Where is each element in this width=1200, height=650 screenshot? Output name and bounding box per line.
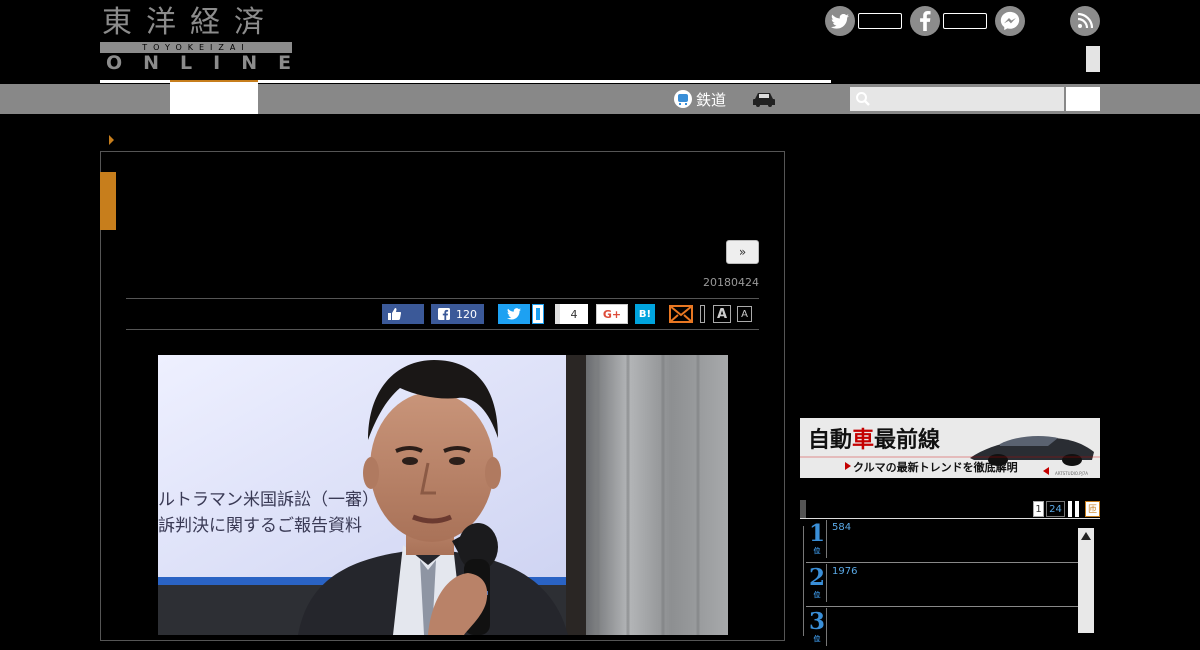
rss-icon[interactable]: [1070, 6, 1100, 36]
banner-subtitle: クルマの最新トレンドを徹底解明: [853, 460, 1018, 474]
font-size-large-button[interactable]: A: [713, 305, 731, 323]
search-input[interactable]: [850, 87, 1064, 111]
banner-title-part2: 最前線: [874, 427, 940, 453]
ranking-tab-monthly[interactable]: [1075, 501, 1079, 517]
facebook-share-button[interactable]: 120: [431, 304, 484, 324]
slide-title-line-2: 訴判決に関するご報告資料: [158, 516, 362, 536]
ranking-number: 1位: [809, 520, 826, 555]
facebook-share-count: 120: [456, 307, 477, 321]
article-date: 20180424: [703, 276, 759, 289]
twitter-icon: [507, 308, 521, 320]
train-icon: [674, 90, 692, 108]
ranking-value: 1976: [832, 566, 858, 577]
facebook-like-count: [943, 13, 987, 29]
thumbs-up-icon: [388, 308, 401, 320]
tweet-button[interactable]: [498, 304, 530, 324]
print-button[interactable]: [700, 305, 705, 323]
ranking-number: 2位: [809, 564, 826, 599]
mail-icon[interactable]: [669, 305, 693, 327]
ranking-separator: [826, 520, 827, 558]
nav-tab-active[interactable]: [170, 80, 258, 114]
google-plus-button[interactable]: G+: [596, 304, 628, 324]
sidebar-banner-car-frontline[interactable]: 自動車最前線 クルマの最新トレンドを徹底解明 ARTSTUDIO.PJ7A: [800, 418, 1100, 478]
ranking-separator: [826, 608, 827, 646]
ranking-item[interactable]: 3位: [806, 606, 1078, 650]
article-photo-image: ルトラマン米国訴訟（一審） 訴判決に関するご報告資料: [158, 355, 728, 635]
tweet-count-bubble: [532, 304, 544, 324]
ranking-tab-weekly[interactable]: [1068, 501, 1072, 517]
car-icon[interactable]: [752, 90, 776, 112]
pocket-button[interactable]: 4: [555, 304, 588, 324]
ranking-header-marker: [800, 500, 806, 518]
font-size-small-button[interactable]: A: [737, 306, 752, 322]
article-photo: ルトラマン米国訴訟（一審） 訴判決に関するご報告資料: [158, 355, 728, 635]
facebook-like-button[interactable]: [382, 304, 424, 324]
banner-title-part1: 自動: [808, 427, 852, 453]
next-page-button[interactable]: »: [726, 240, 759, 264]
banner-graphic: 自動車最前線 クルマの最新トレンドを徹底解明 ARTSTUDIO.PJ7A: [800, 418, 1100, 478]
ranking-scrollbar[interactable]: [1078, 528, 1094, 633]
svg-text:自動車最前線: 自動車最前線: [808, 427, 940, 453]
logo-online: ONLINE: [106, 52, 313, 74]
twitter-icon[interactable]: [825, 6, 855, 36]
twitter-follow-count: [858, 13, 902, 29]
facebook-icon[interactable]: [910, 6, 940, 36]
header-login-box[interactable]: [1086, 46, 1100, 72]
facebook-icon: [438, 308, 450, 320]
tweet-count-marker: [536, 308, 540, 320]
scroll-up-icon[interactable]: [1081, 532, 1091, 540]
ranking-tab-extra[interactable]: 匝: [1085, 501, 1100, 517]
ranking-separator: [826, 564, 827, 602]
ranking-item[interactable]: 2位 1976: [806, 562, 1078, 607]
ranking-value: 584: [832, 522, 852, 533]
slide-title-line-1: ルトラマン米国訴訟（一審）: [158, 490, 379, 510]
pocket-count: 4: [570, 307, 578, 321]
search-button[interactable]: [1066, 87, 1100, 111]
banner-credit: ARTSTUDIO.PJ7A: [1055, 471, 1088, 476]
search-icon: [856, 92, 870, 106]
site-logo[interactable]: 東洋経済 TOYOKEIZAI ONLINE: [100, 5, 292, 73]
breadcrumb-arrow-icon: [109, 135, 114, 145]
ranking-item[interactable]: 1位 584: [806, 518, 1078, 563]
share-bar-bottom-rule: [126, 329, 759, 330]
share-bar-top-rule: [126, 298, 759, 299]
banner-title-accent: 車: [852, 428, 874, 453]
article-category-marker: [100, 172, 116, 230]
logo-kanji: 東洋経済: [102, 5, 278, 40]
ranking-tab-24h[interactable]: 24: [1046, 501, 1065, 517]
nav-item-rail-label: 鉄道: [696, 90, 727, 109]
ranking-tab-1h[interactable]: 1: [1033, 501, 1044, 517]
ranking-number: 3位: [809, 608, 826, 643]
messenger-icon[interactable]: [995, 6, 1025, 36]
nav-item-rail[interactable]: 鉄道: [674, 87, 726, 111]
hatena-bookmark-button[interactable]: B!: [635, 304, 655, 324]
